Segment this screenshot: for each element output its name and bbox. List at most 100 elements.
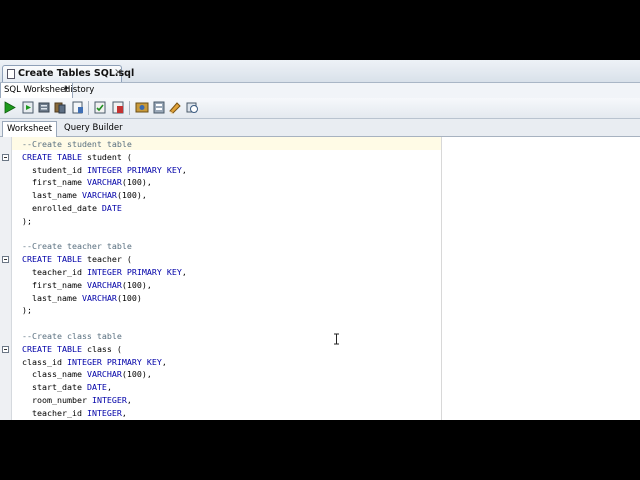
file-tab-bar: Create Tables SQL.sql × <box>0 60 640 83</box>
column-name: class_name <box>32 369 82 380</box>
sql-comment-line: --Create class table <box>22 330 122 343</box>
explain-plan-icon[interactable] <box>53 100 67 115</box>
column-name: enrolled_date <box>32 203 97 213</box>
column-name: class_id <box>22 356 62 367</box>
code-text: , <box>106 382 112 393</box>
rollback-icon[interactable] <box>111 100 125 115</box>
column-name: last_name <box>32 292 77 303</box>
code-line: CREATE TABLE class ( <box>22 343 122 356</box>
sql-keyword: INTEGER <box>81 407 122 418</box>
sql-keyword: VARCHAR <box>81 369 122 380</box>
sql-keyword: CREATE TABLE <box>22 343 82 354</box>
sql-file-icon <box>7 69 15 79</box>
sql-keyword: VARCHAR <box>76 190 117 201</box>
sql-keyword: CREATE TABLE <box>22 151 82 162</box>
sql-keyword: VARCHAR <box>81 177 122 188</box>
sql-comment-line: --Create student table <box>22 138 132 151</box>
code-line: last_name VARCHAR(100), <box>22 189 147 202</box>
fold-toggle-icon[interactable] <box>2 256 9 264</box>
commit-icon[interactable] <box>93 100 107 115</box>
code-text: ); <box>22 305 32 316</box>
code-text: , <box>181 267 187 277</box>
code-line: teacher_id INTEGER PRIMARY KEY, <box>22 266 187 279</box>
code-text: , <box>126 395 132 405</box>
sql-keyword: INTEGER PRIMARY KEY <box>81 267 182 277</box>
sql-keyword: INTEGER PRIMARY KEY <box>61 356 162 367</box>
column-name: teacher_id <box>32 407 82 418</box>
tab-query-builder[interactable]: Query Builder <box>60 121 127 136</box>
code-line: ); <box>22 304 32 317</box>
close-tab-icon[interactable]: × <box>114 67 122 78</box>
code-line: first_name VARCHAR(100), <box>22 176 152 189</box>
sql-keyword: DATE <box>96 203 122 213</box>
sql-comment: --Create teacher table <box>22 241 132 252</box>
code-text: (100) <box>116 292 142 303</box>
code-text: teacher ( <box>81 254 132 265</box>
toolbar-separator <box>129 101 130 115</box>
clear-icon[interactable] <box>168 100 182 115</box>
column-name: start_date <box>32 382 82 393</box>
autotrace-icon[interactable] <box>37 100 51 115</box>
code-line: teacher_id INTEGER, <box>22 407 127 420</box>
code-line: first_name VARCHAR(100), <box>22 279 152 292</box>
code-line: class_id INTEGER PRIMARY KEY, <box>22 356 167 369</box>
sql-tuning-icon[interactable] <box>71 100 85 115</box>
column-name: last_name <box>32 190 77 201</box>
file-tab[interactable]: Create Tables SQL.sql × <box>2 65 134 82</box>
code-line: room_number INTEGER, <box>22 394 132 407</box>
code-text: , <box>161 356 167 367</box>
sql-keyword: DATE <box>81 382 107 393</box>
code-line: enrolled_date DATE <box>22 202 122 215</box>
code-line: student_id INTEGER PRIMARY KEY, <box>22 164 187 177</box>
worksheet-query-tabs: Worksheet Query Builder <box>0 119 640 137</box>
unshared-sql-icon[interactable] <box>135 100 149 115</box>
code-text: , <box>181 164 187 175</box>
format-icon[interactable] <box>152 100 166 115</box>
code-text: , <box>121 407 127 418</box>
code-line: CREATE TABLE student ( <box>22 151 132 164</box>
editor-gutter <box>0 137 12 420</box>
run-statement-icon[interactable] <box>3 100 17 115</box>
code-text: ); <box>22 215 32 226</box>
column-name: teacher_id <box>32 267 82 277</box>
tab-history[interactable]: History <box>61 83 97 98</box>
code-text: (100), <box>116 190 147 201</box>
fold-toggle-icon[interactable] <box>2 153 9 161</box>
sql-comment: --Create student table <box>22 139 132 149</box>
sql-keyword: INTEGER PRIMARY KEY <box>81 164 182 175</box>
sql-comment-line: --Create teacher table <box>22 240 132 253</box>
code-text: (100), <box>121 369 152 380</box>
history-icon[interactable] <box>185 100 199 115</box>
column-name: first_name <box>32 279 82 290</box>
sql-keyword: VARCHAR <box>81 279 122 290</box>
code-line: CREATE TABLE teacher ( <box>22 253 132 266</box>
toolbar-separator <box>88 101 89 115</box>
run-script-icon[interactable] <box>21 100 35 115</box>
code-text: (100), <box>121 177 152 188</box>
worksheet-subtabs: SQL Worksheet History <box>0 83 640 99</box>
fold-toggle-icon[interactable] <box>2 345 9 353</box>
sql-keyword: INTEGER <box>86 395 127 405</box>
sql-keyword: VARCHAR <box>76 292 117 303</box>
code-text: student ( <box>81 151 132 162</box>
worksheet-toolbar <box>0 98 640 119</box>
tab-worksheet[interactable]: Worksheet <box>2 121 58 137</box>
right-margin-line <box>441 137 442 420</box>
sql-developer-window: Create Tables SQL.sql × SQL Worksheet Hi… <box>0 60 640 420</box>
code-text: class ( <box>81 343 122 354</box>
sql-editor[interactable]: --Create student table CREATE TABLE stude… <box>0 137 640 420</box>
code-line: class_name VARCHAR(100), <box>22 368 152 381</box>
column-name: room_number <box>32 395 87 405</box>
code-text: (100), <box>121 279 152 290</box>
text-cursor-icon <box>334 333 339 345</box>
